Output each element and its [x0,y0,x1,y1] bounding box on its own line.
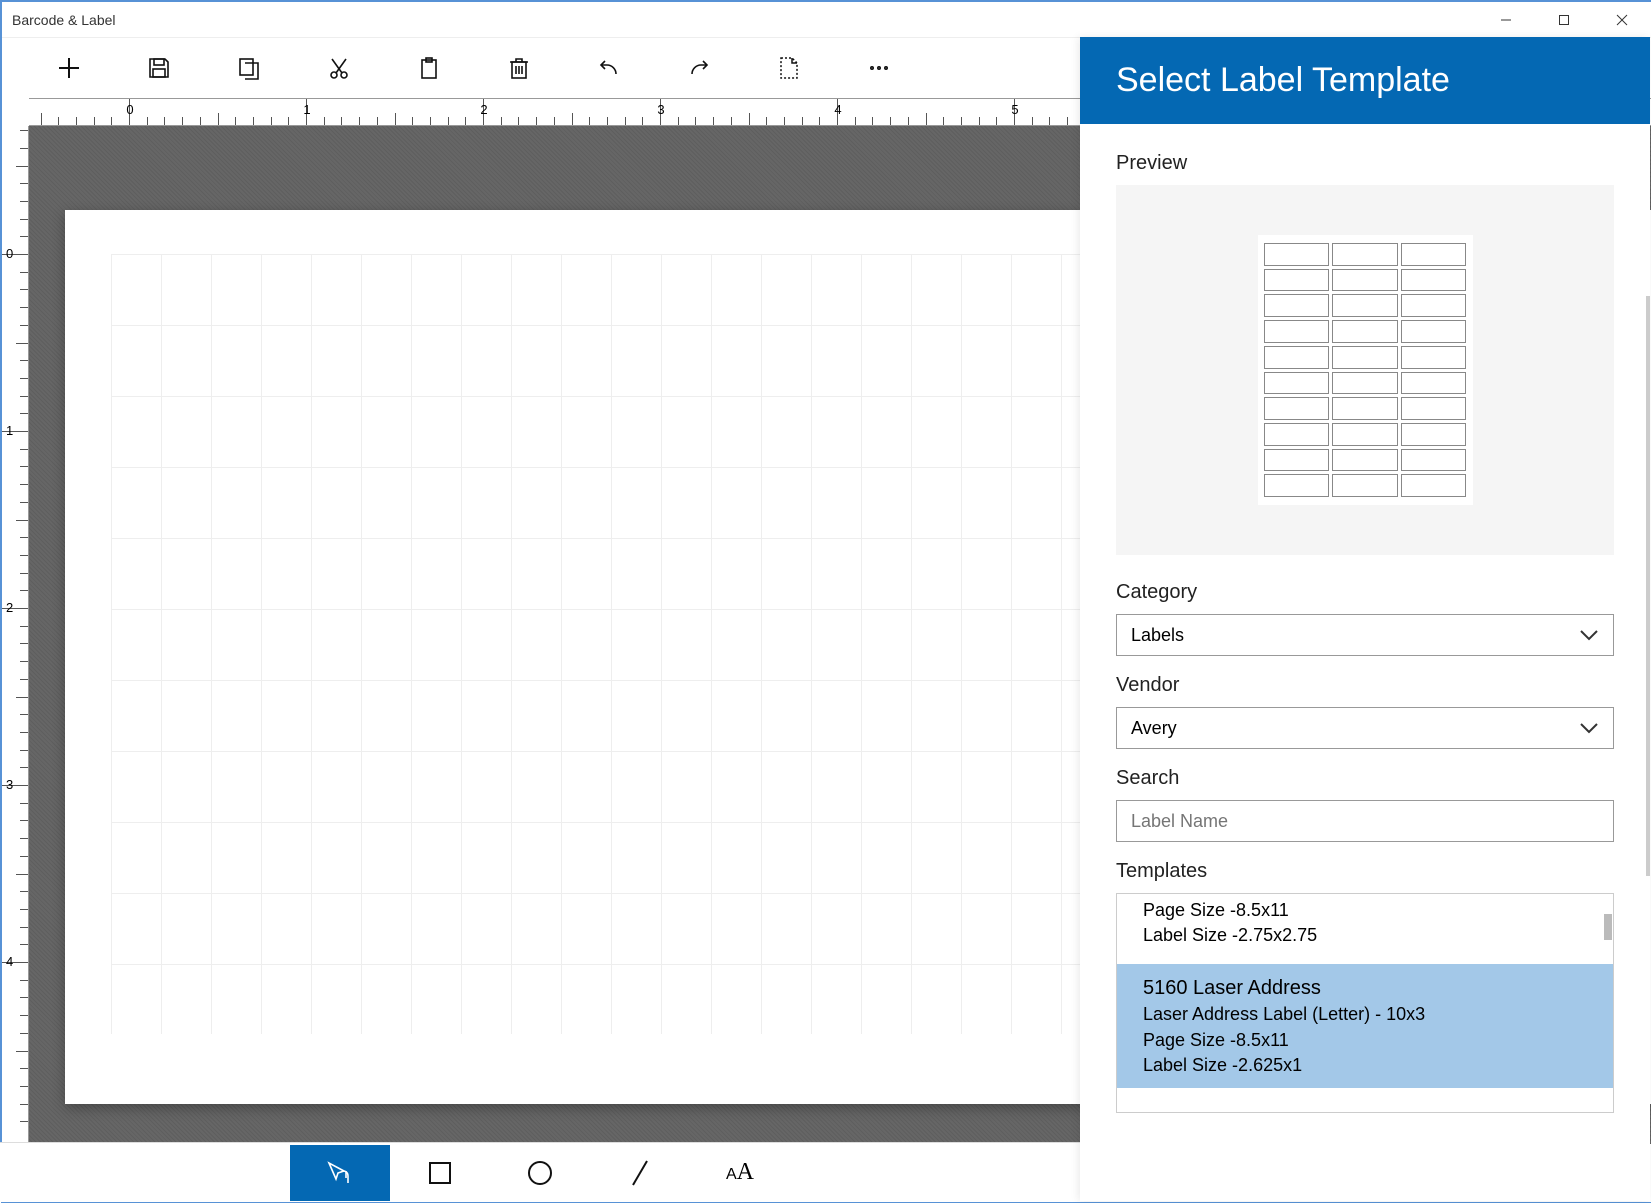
preview-box [1116,185,1614,555]
templates-label: Templates [1116,860,1614,883]
chevron-down-icon [1579,629,1599,641]
chevron-down-icon [1579,722,1599,734]
paste-button[interactable] [384,38,474,98]
window-controls [1477,2,1651,38]
search-input[interactable] [1116,800,1614,842]
undo-button[interactable] [564,38,654,98]
line-tool[interactable] [590,1145,690,1201]
template-item[interactable]: Page Size -8.5x11 Label Size -2.75x2.75 [1117,894,1613,952]
maximize-button[interactable] [1535,2,1593,38]
copy-button[interactable] [204,38,294,98]
list-scrollbar[interactable] [1604,914,1612,940]
close-button[interactable] [1593,2,1651,38]
template-desc: Laser Address Label (Letter) - 10x3 [1143,1002,1587,1027]
template-item-selected[interactable]: 5160 Laser Address Laser Address Label (… [1117,964,1613,1088]
template-name: 5160 Laser Address [1143,974,1587,1002]
vendor-select[interactable]: Avery [1116,707,1614,749]
circle-tool[interactable] [490,1145,590,1201]
label-grid [111,254,1111,1034]
vendor-value: Avery [1131,718,1177,739]
vendor-label: Vendor [1116,674,1614,697]
save-button[interactable] [114,38,204,98]
rectangle-tool[interactable] [390,1145,490,1201]
category-select[interactable]: Labels [1116,614,1614,656]
redo-button[interactable] [654,38,744,98]
new-button[interactable] [24,38,114,98]
preview-sheet [1258,235,1473,505]
category-label: Category [1116,581,1614,604]
template-page: Page Size -8.5x11 [1143,898,1587,923]
category-value: Labels [1131,625,1184,646]
cut-button[interactable] [294,38,384,98]
more-button[interactable] [834,38,924,98]
panel-scrollbar[interactable] [1646,296,1650,876]
search-label: Search [1116,767,1614,790]
pointer-tool[interactable] [290,1145,390,1201]
template-list[interactable]: Page Size -8.5x11 Label Size -2.75x2.75 … [1116,893,1614,1113]
delete-button[interactable] [474,38,564,98]
minimize-button[interactable] [1477,2,1535,38]
text-tool[interactable]: AA [690,1145,790,1201]
template-panel: Select Label Template Preview Category L… [1080,37,1650,1201]
template-label-size: Label Size -2.75x2.75 [1143,923,1587,948]
preview-label: Preview [1116,152,1614,175]
template-page: Page Size -8.5x11 [1143,1028,1587,1053]
new-doc-button[interactable] [744,38,834,98]
bottom-toolbar: AA [0,1142,1080,1202]
titlebar: Barcode & Label [2,2,1651,38]
window-title: Barcode & Label [12,12,116,28]
template-label-size: Label Size -2.625x1 [1143,1053,1587,1078]
panel-title: Select Label Template [1080,37,1650,124]
vertical-ruler: 01234 [2,126,29,1144]
